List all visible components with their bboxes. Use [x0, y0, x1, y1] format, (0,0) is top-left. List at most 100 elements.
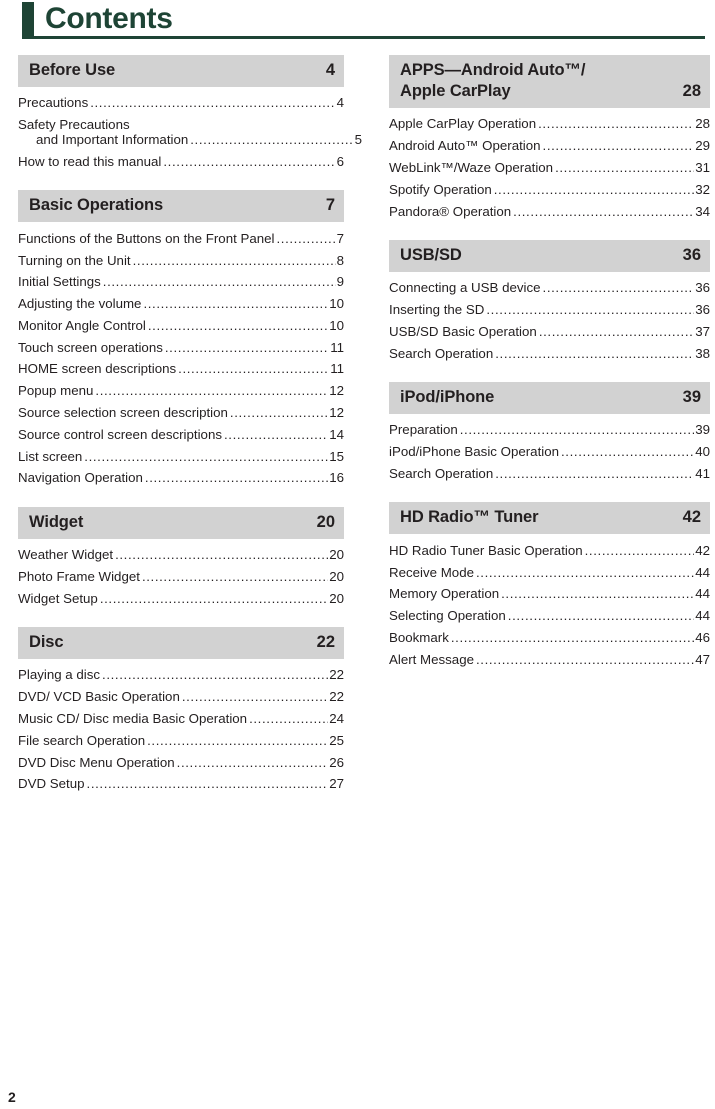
toc-entry-label: Weather Widget: [18, 547, 114, 563]
toc-section-page-number: 39: [682, 388, 701, 407]
toc-entry[interactable]: Precautions.............................…: [18, 92, 344, 114]
toc-leader-dots: ........................................…: [144, 470, 329, 486]
toc-entry-page-number: 32: [695, 181, 710, 197]
toc-entry-label: DVD Setup: [18, 776, 85, 792]
toc-section-page-number: 20: [316, 512, 335, 531]
toc-entry[interactable]: Adjusting the volume....................…: [18, 293, 344, 315]
toc-entry-page-number: 24: [329, 711, 344, 727]
toc-entry[interactable]: Navigation Operation....................…: [18, 467, 344, 489]
toc-entry[interactable]: Memory Operation........................…: [389, 583, 710, 605]
toc-entry[interactable]: Playing a disc..........................…: [18, 664, 344, 686]
header-accent-bar: [22, 2, 34, 36]
toc-entry[interactable]: Touch screen operations.................…: [18, 336, 344, 358]
toc-entry-line: DVD/ VCD Basic Operation................…: [18, 689, 344, 704]
toc-entry[interactable]: Preparation.............................…: [389, 419, 710, 441]
toc-entry[interactable]: HD Radio Tuner Basic Operation..........…: [389, 539, 710, 561]
toc-entry-page-number: 27: [329, 776, 344, 792]
toc-section-header[interactable]: APPS—Android Auto™/ Apple CarPlay 28: [389, 55, 710, 108]
toc-entry[interactable]: DVD/ VCD Basic Operation................…: [18, 686, 344, 708]
toc-entry[interactable]: Selecting Operation.....................…: [389, 605, 710, 627]
toc-entry-page-number: 16: [329, 470, 344, 486]
toc-entry[interactable]: Safety Precautions and Important Informat…: [18, 114, 362, 151]
toc-leader-dots: ........................................…: [476, 651, 694, 667]
toc-entry[interactable]: Inserting the SD........................…: [389, 299, 710, 321]
toc-entry-label: Android Auto™ Operation: [389, 138, 541, 154]
toc-leader-dots: ........................................…: [495, 345, 695, 361]
toc-entry-page-number: 36: [695, 280, 710, 296]
toc-section: HD Radio™ Tuner 42 HD Radio Tuner Basic Op…: [389, 502, 710, 670]
toc-entry-line: Weather Widget..........................…: [18, 547, 344, 562]
toc-entry[interactable]: How to read this manual.................…: [18, 151, 344, 173]
toc-leader-dots: ........................................…: [507, 608, 694, 624]
toc-section-header[interactable]: Widget 20: [18, 506, 344, 539]
toc-section-header[interactable]: iPod/iPhone 39: [389, 382, 710, 415]
toc-leader-dots: ........................................…: [584, 542, 695, 558]
toc-entry[interactable]: iPod/iPhone Basic Operation.............…: [389, 441, 710, 463]
toc-entry-line: Popup menu..............................…: [18, 383, 344, 398]
toc-entry-line: Photo Frame Widget......................…: [18, 569, 344, 584]
toc-entry[interactable]: List screen.............................…: [18, 445, 344, 467]
page-title: Contents: [45, 2, 173, 35]
toc-leader-dots: ........................................…: [542, 138, 695, 154]
toc-entry-line: How to read this manual.................…: [18, 154, 344, 169]
toc-entry-page-number: 14: [329, 426, 344, 442]
toc-entry[interactable]: Connecting a USB device.................…: [389, 277, 710, 299]
toc-leader-dots: ........................................…: [561, 444, 695, 460]
toc-entry-page-number: 10: [329, 317, 344, 333]
toc-entry-label: Navigation Operation: [18, 470, 143, 486]
toc-entry-page-number: 26: [329, 754, 344, 770]
toc-entry[interactable]: USB/SD Basic Operation..................…: [389, 320, 710, 342]
toc-entry-label: Search Operation: [389, 465, 494, 481]
toc-entry[interactable]: Search Operation........................…: [389, 342, 710, 364]
toc-entry[interactable]: Bookmark................................…: [389, 627, 710, 649]
toc-entry-page-number: 38: [695, 345, 710, 361]
toc-leader-dots: ........................................…: [538, 116, 695, 132]
toc-section: USB/SD 36 Connecting a USB device.........…: [389, 239, 710, 364]
toc-entry[interactable]: DVD Disc Menu Operation.................…: [18, 751, 344, 773]
toc-entry[interactable]: Search Operation........................…: [389, 463, 710, 485]
toc-entry[interactable]: Functions of the Buttons on the Front Pa…: [18, 227, 344, 249]
toc-entry[interactable]: Music CD/ Disc media Basic Operation....…: [18, 708, 344, 730]
toc-entry[interactable]: Turning on the Unit.....................…: [18, 249, 344, 271]
toc-entry-page-number: 20: [329, 568, 344, 584]
toc-section-header[interactable]: USB/SD 36: [389, 239, 710, 272]
toc-entry-line: DVD Setup...............................…: [18, 776, 344, 791]
toc-entry-label: File search Operation: [18, 732, 146, 748]
toc-entry[interactable]: HOME screen descriptions................…: [18, 358, 344, 380]
toc-entry[interactable]: Monitor Angle Control...................…: [18, 314, 344, 336]
toc-entry-line: Alert Message...........................…: [389, 652, 710, 667]
toc-leader-dots: ........................................…: [276, 230, 336, 246]
toc-entry[interactable]: Source control screen descriptions......…: [18, 423, 344, 445]
toc-entry-line: Initial Settings........................…: [18, 274, 344, 289]
toc-entry[interactable]: Android Auto™ Operation.................…: [389, 135, 710, 157]
toc-section-header[interactable]: HD Radio™ Tuner 42: [389, 502, 710, 535]
toc-leader-dots: ........................................…: [501, 586, 695, 602]
toc-entry[interactable]: File search Operation...................…: [18, 729, 344, 751]
toc-section-title: Widget: [29, 512, 83, 533]
toc-entry[interactable]: Weather Widget..........................…: [18, 544, 344, 566]
toc-entry[interactable]: DVD Setup...............................…: [18, 773, 344, 795]
toc-entry-line: Connecting a USB device.................…: [389, 280, 710, 295]
toc-entry[interactable]: Spotify Operation.......................…: [389, 178, 710, 200]
toc-entry[interactable]: Widget Setup............................…: [18, 587, 344, 609]
toc-column-left: Before Use 4 Precautions..................…: [18, 55, 362, 813]
toc-entry[interactable]: Initial Settings........................…: [18, 271, 344, 293]
toc-entry[interactable]: Alert Message...........................…: [389, 648, 710, 670]
toc-entry-line: Selecting Operation.....................…: [389, 608, 710, 623]
toc-leader-dots: ........................................…: [224, 426, 329, 442]
toc-leader-dots: ........................................…: [513, 203, 694, 219]
toc-entry[interactable]: Pandora® Operation......................…: [389, 200, 710, 222]
toc-entry[interactable]: Photo Frame Widget......................…: [18, 566, 344, 588]
toc-entry-line: Functions of the Buttons on the Front Pa…: [18, 231, 344, 246]
toc-entry-label: How to read this manual: [18, 153, 162, 169]
toc-entry[interactable]: Source selection screen description.....…: [18, 402, 344, 424]
toc-entry-label: Turning on the Unit: [18, 252, 131, 268]
toc-entry[interactable]: Receive Mode............................…: [389, 561, 710, 583]
toc-section-header[interactable]: Disc 22: [18, 627, 344, 660]
toc-section-header[interactable]: Basic Operations 7: [18, 190, 344, 223]
toc-entry-label: WebLink™/Waze Operation: [389, 159, 554, 175]
toc-entry[interactable]: Popup menu..............................…: [18, 380, 344, 402]
toc-entry[interactable]: WebLink™/Waze Operation.................…: [389, 157, 710, 179]
toc-entry[interactable]: Apple CarPlay Operation.................…: [389, 113, 710, 135]
toc-section-header[interactable]: Before Use 4: [18, 55, 344, 87]
